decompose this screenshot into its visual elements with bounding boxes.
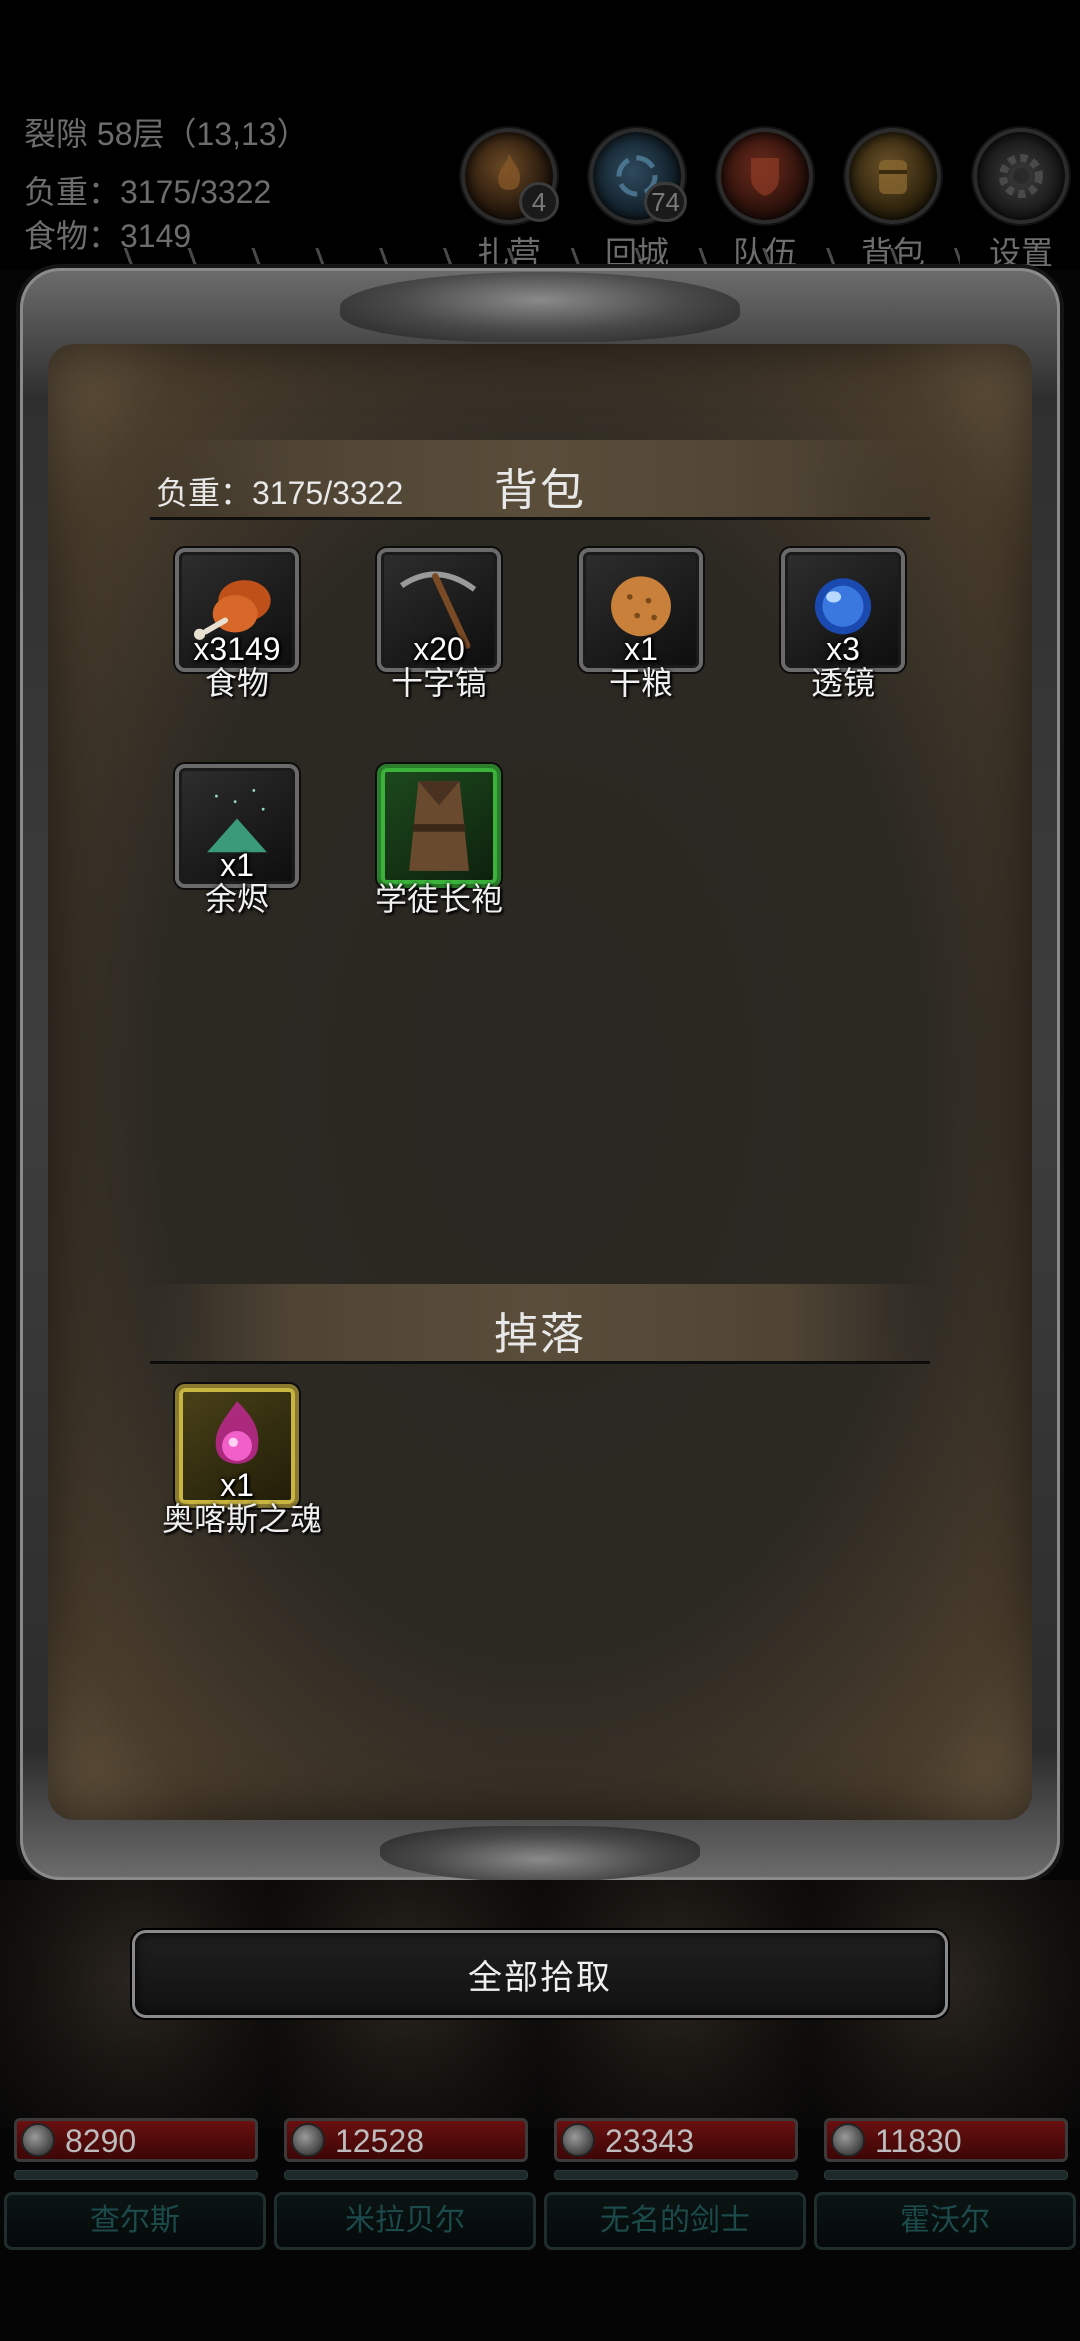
- item-apprentice-robe[interactable]: 学徒长袍: [364, 764, 514, 920]
- hud-weight-text: 负重：3175/3322: [24, 174, 272, 210]
- item-slot: x1: [579, 548, 703, 672]
- item-name: 奥喀斯之魂: [162, 1501, 323, 1537]
- hero-name: 米拉贝尔: [274, 2192, 536, 2250]
- location-text: 裂隙 58层（13,13）: [24, 116, 309, 152]
- portal-icon: 74: [589, 128, 687, 224]
- item-food[interactable]: x3149 食物: [162, 548, 312, 704]
- camp-count-badge: 4: [519, 182, 559, 222]
- hp-bar: 11830: [824, 2118, 1068, 2162]
- item-slot: x20: [377, 548, 501, 672]
- item-rations[interactable]: x1 干粮: [566, 548, 716, 704]
- item-name: 干粮: [608, 665, 673, 701]
- hp-bar: 23343: [554, 2118, 798, 2162]
- frame-top-crest: [340, 272, 740, 342]
- sub-bar: [284, 2170, 528, 2180]
- drops-title: 掉落: [494, 1310, 586, 1359]
- item-slot: [377, 764, 501, 888]
- backpack-icon: [845, 128, 941, 224]
- hp-value: 8290: [65, 2123, 137, 2159]
- pick-all-button[interactable]: 全部拾取: [132, 1930, 948, 2018]
- sub-bar: [824, 2170, 1068, 2180]
- robe-icon: [409, 781, 469, 871]
- hp-bar: 12528: [284, 2118, 528, 2162]
- top-hud: 裂隙 58层（13,13） 负重：3175/3322 食物：3149 4 扎营 …: [0, 0, 1080, 271]
- team-shield-icon: [717, 128, 813, 224]
- item-name: 十字镐: [390, 665, 487, 701]
- return-count-badge: 74: [644, 182, 687, 222]
- item-slot: x1: [175, 1384, 299, 1508]
- hp-value: 12528: [335, 2123, 424, 2159]
- item-name: 学徒长袍: [374, 881, 503, 917]
- hp-icon: [21, 2123, 55, 2157]
- item-slot: x1: [175, 764, 299, 888]
- hp-value: 23343: [605, 2123, 694, 2159]
- sub-bar: [554, 2170, 798, 2180]
- hp-icon: [561, 2123, 595, 2157]
- hero-name: 霍沃尔: [814, 2192, 1076, 2250]
- item-name: 透镜: [810, 665, 875, 701]
- hp-value: 11830: [875, 2123, 962, 2159]
- status-info: 裂隙 58层（13,13） 负重：3175/3322 食物：3149: [24, 112, 309, 258]
- item-ember[interactable]: x1 余烬: [162, 764, 312, 920]
- hp-icon: [831, 2123, 865, 2157]
- campfire-icon: 4: [461, 128, 559, 224]
- gear-icon: [973, 128, 1069, 224]
- item-lens[interactable]: x3 透镜: [768, 548, 918, 704]
- item-pickaxe[interactable]: x20 十字镐: [364, 548, 514, 704]
- frame-bottom-crest: [380, 1826, 700, 1882]
- item-name: 余烬: [204, 881, 269, 917]
- hero-name: 无名的剑士: [544, 2192, 806, 2250]
- backpack-header: 负重：3175/3322 背包: [150, 440, 930, 520]
- drop-item-soul[interactable]: x1 奥喀斯之魂: [162, 1384, 323, 1540]
- item-name: 食物: [204, 665, 269, 701]
- sub-bar: [14, 2170, 258, 2180]
- hp-bar: 8290: [14, 2118, 258, 2162]
- backpack-title: 背包: [494, 466, 586, 515]
- item-slot: x3: [781, 548, 905, 672]
- hero-name: 查尔斯: [4, 2192, 266, 2250]
- drops-header: 掉落: [150, 1284, 930, 1364]
- hp-icon: [291, 2123, 325, 2157]
- item-slot: x3149: [175, 548, 299, 672]
- settings-button[interactable]: 设置: [970, 128, 1072, 274]
